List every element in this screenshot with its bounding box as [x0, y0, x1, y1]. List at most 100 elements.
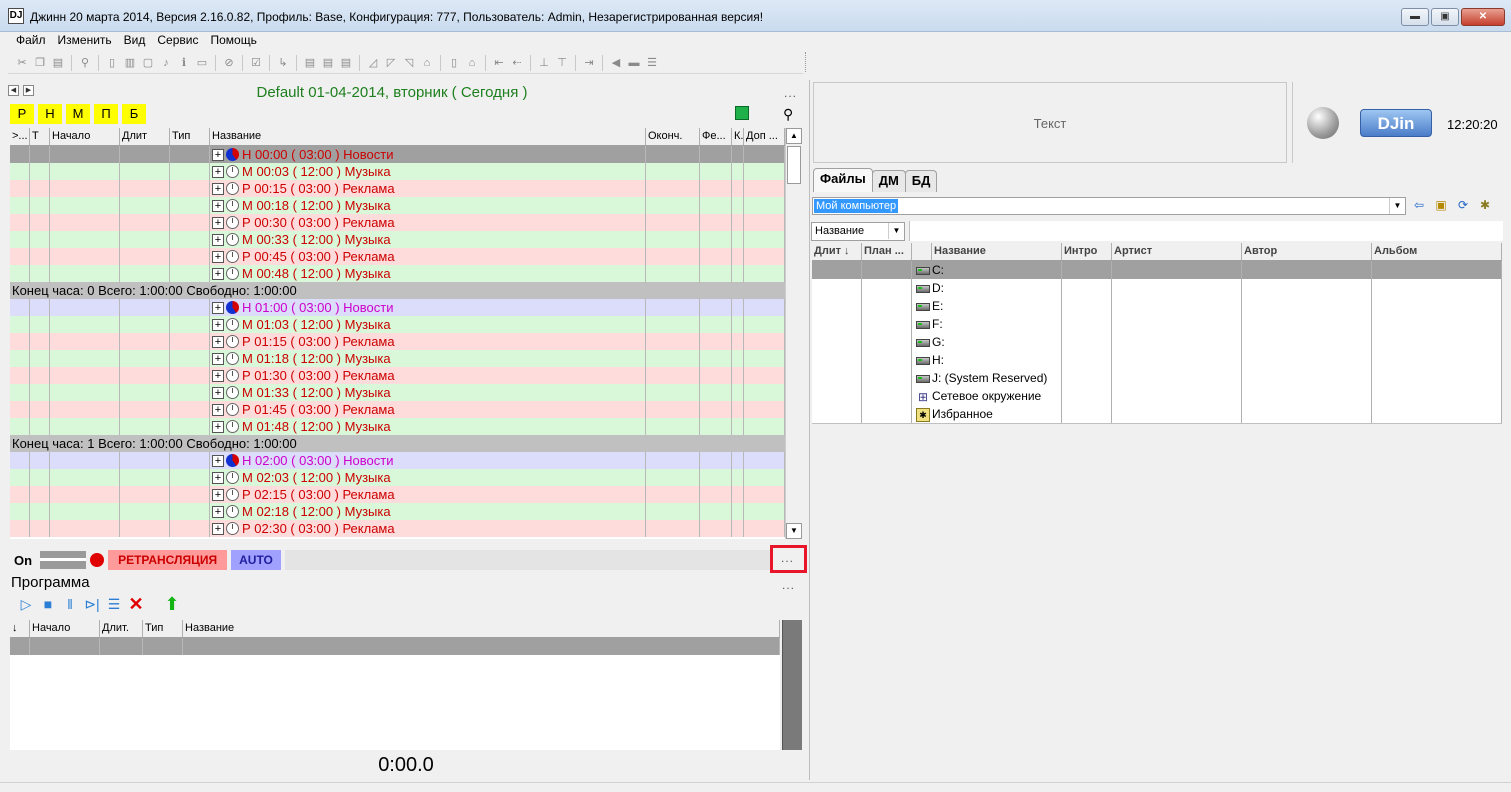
end-icon[interactable]: ⇥	[581, 55, 597, 71]
calendar-icon[interactable]	[735, 106, 749, 120]
shift-up-icon[interactable]: ⊥	[536, 55, 552, 71]
filter-input[interactable]	[909, 221, 1503, 241]
schedule-row[interactable]: + М 01:48 ( 12:00 ) Музыка	[10, 418, 785, 435]
stop-icon[interactable]: ■	[40, 596, 56, 612]
scroll-up-icon[interactable]: ▲	[786, 128, 802, 144]
schedule-row[interactable]: + М 02:18 ( 12:00 ) Музыка	[10, 503, 785, 520]
expand-icon[interactable]: +	[212, 182, 224, 195]
column-header-sort[interactable]: ↓	[10, 620, 30, 637]
expand-icon[interactable]: +	[212, 318, 224, 331]
schedule-row[interactable]: + Р 00:15 ( 03:00 ) Реклама	[10, 180, 785, 197]
play-icon[interactable]: ▷	[18, 596, 34, 612]
list-icon[interactable]: ☰	[644, 55, 660, 71]
scroll-thumb[interactable]	[787, 146, 801, 184]
schedule-row[interactable]: + М 01:18 ( 12:00 ) Музыка	[10, 350, 785, 367]
schedule-row[interactable]: + М 00:03 ( 12:00 ) Музыка	[10, 163, 785, 180]
expand-icon[interactable]: +	[212, 250, 224, 263]
menu-file[interactable]: Файл	[10, 32, 52, 50]
highlighted-more-button[interactable]: ...	[770, 545, 807, 573]
volume-knob-icon[interactable]	[1307, 107, 1339, 139]
expand-icon[interactable]: +	[212, 165, 224, 178]
expand-icon[interactable]: +	[212, 148, 224, 161]
file-row[interactable]: C:	[812, 261, 1502, 279]
column-header-icon[interactable]	[912, 243, 932, 260]
expand-icon[interactable]: +	[212, 420, 224, 433]
expand-icon[interactable]: +	[212, 369, 224, 382]
block-icon[interactable]: ▢	[140, 55, 156, 71]
file-row[interactable]: ✱ Избранное	[812, 405, 1502, 423]
column-header-intro[interactable]: Интро	[1062, 243, 1112, 260]
column-header-duration[interactable]: Длит.	[100, 620, 143, 637]
record-icon[interactable]	[90, 553, 105, 567]
column-header-name[interactable]: Название	[210, 128, 646, 145]
schedule-row[interactable]: + Н 02:00 ( 03:00 ) Новости	[10, 452, 785, 469]
column-header-start[interactable]: Начало	[50, 128, 120, 145]
filter-button-r[interactable]: Р	[10, 104, 34, 124]
file-row[interactable]: E:	[812, 297, 1502, 315]
schedule-row[interactable]: + Р 01:45 ( 03:00 ) Реклама	[10, 401, 785, 418]
mix-in-icon[interactable]: ◸	[383, 55, 399, 71]
expand-icon[interactable]: +	[212, 471, 224, 484]
file-row[interactable]: F:	[812, 315, 1502, 333]
column-header-fe[interactable]: Фе...	[700, 128, 732, 145]
status-more-button[interactable]: ...	[781, 551, 794, 565]
filter-button-p[interactable]: П	[94, 104, 118, 124]
split-icon[interactable]: ☰	[106, 596, 122, 612]
page-alt-icon[interactable]: ▤	[320, 55, 336, 71]
column-header-marker[interactable]: >...	[10, 128, 30, 145]
refresh-icon[interactable]: ⟳	[1455, 197, 1471, 213]
expand-icon[interactable]: +	[212, 488, 224, 501]
expand-icon[interactable]: +	[212, 352, 224, 365]
column-header-duration[interactable]: Длит	[120, 128, 170, 145]
expand-icon[interactable]: +	[212, 454, 224, 467]
volume-icon[interactable]: ◀	[608, 55, 624, 71]
new-block-icon[interactable]: ▯	[104, 55, 120, 71]
schedule-more-button[interactable]: ...	[784, 86, 797, 100]
page-list-icon[interactable]: ▤	[338, 55, 354, 71]
expand-icon[interactable]: +	[212, 505, 224, 518]
disable-icon[interactable]: ⊘	[221, 55, 237, 71]
pause-icon[interactable]: ‖	[62, 596, 78, 612]
close-button[interactable]: ✕	[1461, 8, 1505, 26]
menu-service[interactable]: Сервис	[151, 32, 204, 50]
column-header-t[interactable]: Т	[30, 128, 50, 145]
house-icon[interactable]: ⌂	[464, 55, 480, 71]
schedule-row[interactable]: + Р 01:15 ( 03:00 ) Реклама	[10, 333, 785, 350]
menu-edit[interactable]: Изменить	[52, 32, 118, 50]
column-header-start[interactable]: Начало	[30, 620, 100, 637]
align-left-alt-icon[interactable]: ⇠	[509, 55, 525, 71]
copy-icon[interactable]: ❐	[32, 55, 48, 71]
expand-icon[interactable]: +	[212, 216, 224, 229]
file-row[interactable]: G:	[812, 333, 1502, 351]
shift-down-icon[interactable]: ⊤	[554, 55, 570, 71]
chevron-down-icon[interactable]: ▼	[1389, 198, 1405, 214]
comment-icon[interactable]: ▭	[194, 55, 210, 71]
schedule-row[interactable]: + М 02:03 ( 12:00 ) Музыка	[10, 469, 785, 486]
insert-icon[interactable]: ↳	[275, 55, 291, 71]
schedule-row[interactable]: + М 01:33 ( 12:00 ) Музыка	[10, 384, 785, 401]
filter-button-b[interactable]: Б	[122, 104, 146, 124]
check-icon[interactable]: ☑	[248, 55, 264, 71]
column-header-type[interactable]: Тип	[170, 128, 210, 145]
schedule-row[interactable]: + М 00:48 ( 12:00 ) Музыка	[10, 265, 785, 282]
tab-files[interactable]: Файлы	[813, 168, 873, 192]
cut-icon[interactable]: ✂	[14, 55, 30, 71]
schedule-row[interactable]: + Р 01:30 ( 03:00 ) Реклама	[10, 367, 785, 384]
column-header-name[interactable]: Название	[932, 243, 1062, 260]
schedule-row[interactable]: + Н 00:00 ( 03:00 ) Новости	[10, 146, 785, 163]
back-icon[interactable]: ⇦	[1411, 197, 1427, 213]
scroll-down-icon[interactable]: ▼	[786, 523, 802, 539]
toolbar-grip[interactable]	[805, 52, 809, 72]
fold-icon[interactable]: ⌂	[419, 55, 435, 71]
filter-button-m[interactable]: М	[66, 104, 90, 124]
schedule-row[interactable]: + Р 02:30 ( 03:00 ) Реклама	[10, 520, 785, 537]
expand-icon[interactable]: +	[212, 335, 224, 348]
expand-icon[interactable]: +	[212, 267, 224, 280]
find-icon[interactable]: ⚲	[77, 55, 93, 71]
tab-dm[interactable]: ДМ	[871, 170, 906, 192]
expand-icon[interactable]: +	[212, 301, 224, 314]
schedule-row[interactable]: + Р 00:30 ( 03:00 ) Реклама	[10, 214, 785, 231]
maximize-button[interactable]: ▣	[1431, 8, 1459, 26]
hour-summary-row[interactable]: Конец часа: 1 Всего: 1:00:00 Свободно: 1…	[10, 435, 785, 452]
tab-db[interactable]: БД	[904, 170, 938, 192]
